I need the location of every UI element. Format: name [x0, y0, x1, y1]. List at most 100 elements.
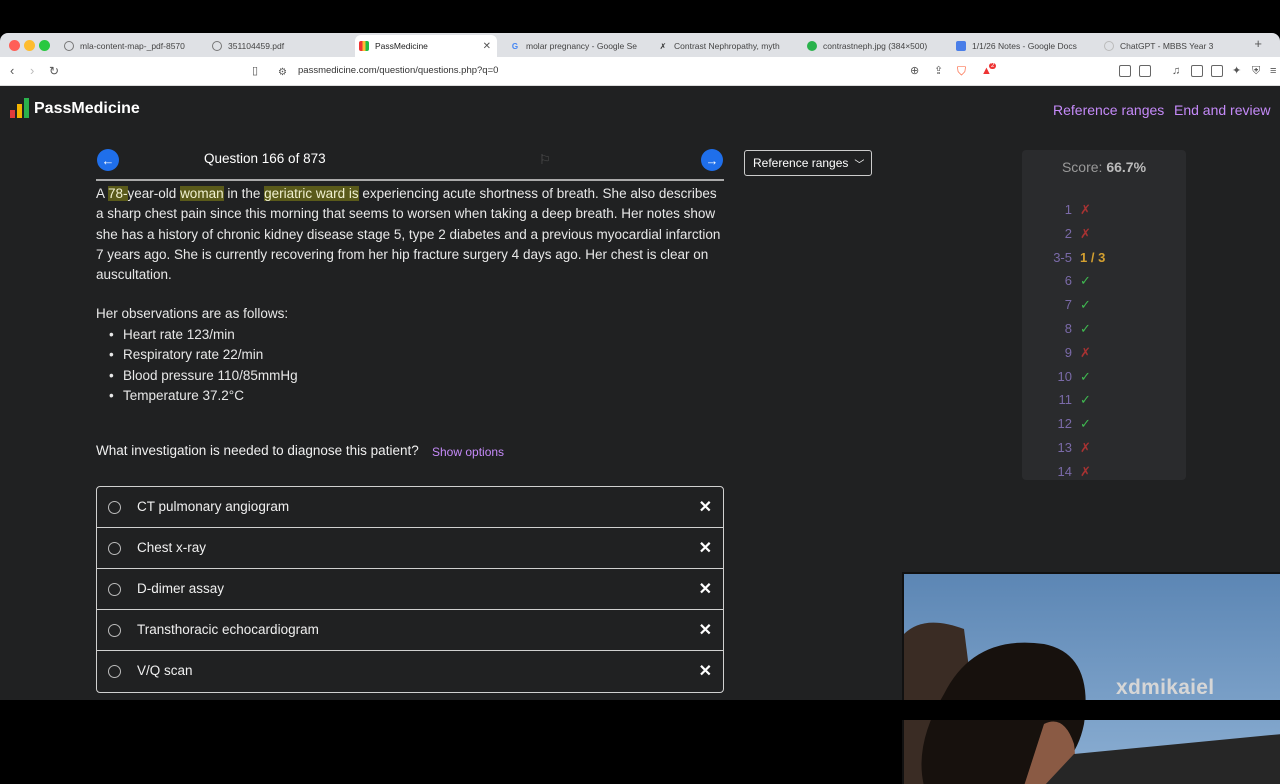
eliminate-option-icon[interactable]: ✕ [699, 579, 712, 599]
close-window-button[interactable] [9, 40, 20, 51]
site-settings-icon[interactable]: ⚙ [278, 66, 287, 80]
answer-option[interactable]: Transthoracic echocardiogram ✕ [97, 610, 723, 651]
answer-options: CT pulmonary angiogram ✕ Chest x-ray ✕ D… [96, 486, 724, 693]
browser-tab[interactable]: 1/1/26 Notes - Google Docs [952, 35, 1092, 57]
check-icon: ✓ [1080, 392, 1091, 408]
dropdown-label: Reference ranges [753, 156, 849, 170]
question-counter: Question 166 of 873 [204, 151, 326, 166]
radio-button[interactable] [108, 501, 121, 514]
question-number: 11 [1058, 392, 1073, 408]
passmedicine-logo[interactable]: PassMedicine [10, 98, 140, 118]
answer-option[interactable]: CT pulmonary angiogram ✕ [97, 487, 723, 528]
cross-icon: ✗ [1080, 463, 1091, 479]
reference-ranges-link[interactable]: Reference ranges [1053, 102, 1164, 118]
stem-text: A [96, 186, 109, 201]
reference-ranges-dropdown[interactable]: Reference ranges ﹀ [744, 150, 872, 176]
tab-label: 1/1/26 Notes - Google Docs [972, 41, 1077, 51]
next-question-button[interactable]: → [701, 149, 723, 171]
score-row[interactable]: 14 ✗ [1022, 464, 1186, 480]
google-icon: G [511, 41, 519, 51]
end-and-review-link[interactable]: End and review [1174, 102, 1271, 118]
question-number: 3-5 [1053, 249, 1072, 265]
flag-icon[interactable]: ⚐ [539, 152, 551, 168]
tab-search-icon[interactable] [1211, 65, 1223, 77]
stem-text: in the [223, 186, 265, 201]
score-row[interactable]: 8 ✓ [1022, 321, 1186, 345]
radio-button[interactable] [108, 583, 121, 596]
question-number: 7 [1064, 297, 1072, 313]
image-icon [807, 41, 817, 51]
show-options-link[interactable]: Show options [432, 445, 504, 459]
zoom-icon[interactable]: ⊕ [910, 64, 919, 78]
webcam-feed-image [904, 574, 1280, 784]
score-row[interactable]: 11 ✓ [1022, 392, 1186, 416]
browser-tab-active[interactable]: PassMedicine ✕ [355, 35, 497, 57]
radio-button[interactable] [108, 665, 121, 678]
score-summary: Score: 66.7% [1022, 159, 1186, 175]
logo-bars-icon [10, 98, 29, 118]
site-icon: ✗ [659, 41, 667, 51]
bottom-letterbox [0, 700, 1280, 720]
browser-tab[interactable]: 351104459.pdf [208, 35, 348, 57]
browser-tab[interactable]: ChatGPT - MBBS Year 3 [1100, 35, 1240, 57]
back-icon[interactable]: ‹ [10, 64, 14, 78]
eliminate-option-icon[interactable]: ✕ [699, 497, 712, 517]
score-value: 66.7% [1106, 159, 1147, 175]
score-row[interactable]: 9 ✗ [1022, 345, 1186, 369]
answer-label: Chest x-ray [137, 540, 207, 555]
check-icon: ✓ [1080, 321, 1091, 336]
answer-option[interactable]: V/Q scan ✕ [97, 651, 723, 692]
docs-icon [956, 41, 966, 51]
tab-label: contrastneph.jpg (384×500) [823, 41, 928, 51]
wallet-icon[interactable] [1139, 65, 1151, 77]
vpn-icon[interactable]: ⛨ [1252, 64, 1260, 78]
stem-highlight: woman [180, 186, 224, 201]
eliminate-option-icon[interactable]: ✕ [699, 620, 712, 640]
browser-tab[interactable]: ✗ Contrast Nephropathy, myth [654, 35, 792, 57]
browser-tab[interactable]: contrastneph.jpg (384×500) [803, 35, 943, 57]
score-row[interactable]: 1 ✗ [1022, 202, 1186, 226]
question-number: 8 [1064, 321, 1072, 336]
eliminate-option-icon[interactable]: ✕ [699, 538, 712, 558]
reload-icon[interactable]: ↻ [49, 64, 59, 78]
menu-icon[interactable]: ≡ [1270, 64, 1276, 78]
score-row[interactable]: 7 ✓ [1022, 297, 1186, 321]
score-row[interactable]: 3-5 1 / 3 [1022, 250, 1186, 274]
maximize-window-button[interactable] [39, 40, 50, 51]
browser-tab-bar: mla-content-map-_pdf-8570 351104459.pdf … [0, 33, 1280, 57]
score-row[interactable]: 12 ✓ [1022, 416, 1186, 440]
new-tab-button[interactable]: + [1254, 36, 1262, 51]
forward-icon[interactable]: › [30, 64, 34, 78]
tab-label: ChatGPT - MBBS Year 3 [1120, 41, 1214, 51]
score-row[interactable]: 10 ✓ [1022, 369, 1186, 393]
observations-list: Heart rate 123/min Respiratory rate 22/m… [109, 327, 298, 408]
bookmark-icon[interactable]: ▯ [252, 64, 258, 78]
share-icon[interactable]: ⇪ [934, 64, 943, 78]
leo-ai-icon[interactable]: ✦ [1232, 64, 1241, 78]
question-text: What investigation is needed to diagnose… [96, 443, 419, 458]
globe-icon [212, 41, 222, 51]
observation-item: Heart rate 123/min [109, 327, 298, 347]
answer-option[interactable]: Chest x-ray ✕ [97, 528, 723, 569]
minimize-window-button[interactable] [24, 40, 35, 51]
browser-tab[interactable]: G molar pregnancy - Google Se [506, 35, 646, 57]
radio-button[interactable] [108, 624, 121, 637]
stem-text: year-old [127, 186, 181, 201]
passmedicine-favicon [359, 41, 369, 51]
address-bar[interactable]: passmedicine.com/question/questions.php?… [298, 65, 498, 76]
answer-option[interactable]: D-dimer assay ✕ [97, 569, 723, 610]
score-row[interactable]: 13 ✗ [1022, 440, 1186, 464]
answer-label: D-dimer assay [137, 581, 225, 596]
music-icon[interactable]: ♫ [1172, 64, 1180, 78]
previous-question-button[interactable]: ← [97, 149, 119, 171]
radio-button[interactable] [108, 542, 121, 555]
sidebar-icon[interactable] [1191, 65, 1203, 77]
close-tab-icon[interactable]: ✕ [483, 41, 491, 52]
score-row[interactable]: 2 ✗ [1022, 226, 1186, 250]
brave-shield-icon[interactable]: ⛉ [957, 64, 966, 78]
score-row[interactable]: 6 ✓ [1022, 273, 1186, 297]
browser-tab[interactable]: mla-content-map-_pdf-8570 [60, 35, 200, 57]
extensions-icon[interactable] [1119, 65, 1131, 77]
eliminate-option-icon[interactable]: ✕ [699, 661, 712, 681]
question-number: 6 [1064, 273, 1072, 289]
